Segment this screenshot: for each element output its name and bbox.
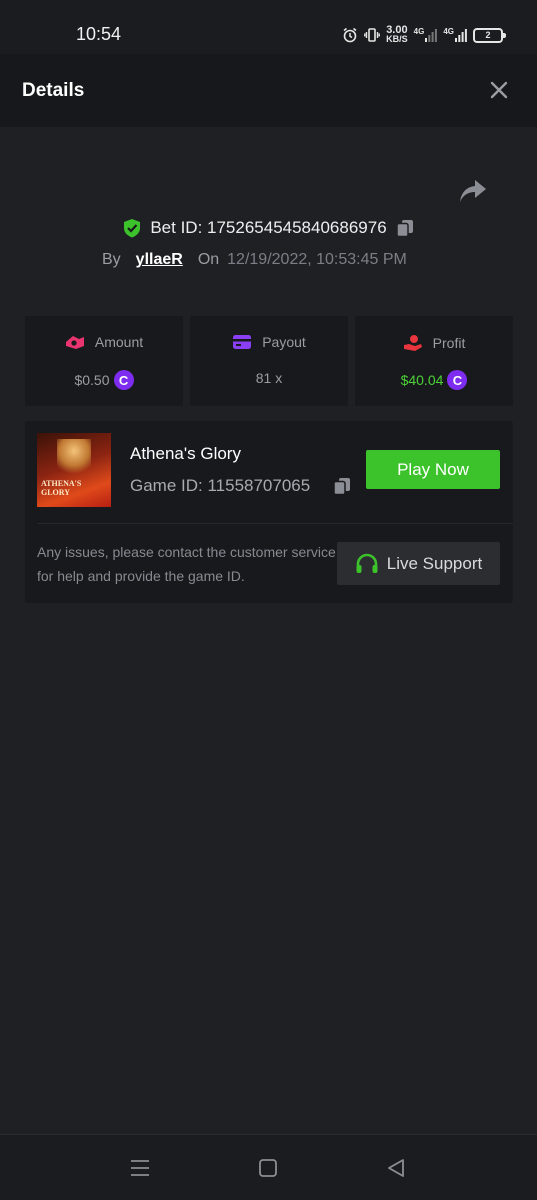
game-name: Athena's Glory xyxy=(130,444,241,463)
payout-card: Payout 81 x xyxy=(190,316,348,406)
status-icons: 3.00 KB/S 4G 4G 2 xyxy=(342,24,506,46)
hand-coin-icon xyxy=(403,335,422,351)
game-id: Game ID: 11558707065 xyxy=(130,476,311,495)
play-now-button[interactable]: Play Now xyxy=(366,450,500,489)
payout-value-row: 81 x xyxy=(190,370,348,386)
profit-value-row: $40.04 C xyxy=(355,370,513,390)
user-link[interactable]: yllaeR xyxy=(136,251,183,269)
share-icon[interactable] xyxy=(459,178,487,204)
amount-value-row: $0.50 C xyxy=(25,370,183,390)
close-icon[interactable] xyxy=(489,80,509,100)
status-time: 10:54 xyxy=(76,24,122,44)
net-speed-unit: KB/S xyxy=(386,34,408,44)
support-message: Any issues, please contact the customer … xyxy=(37,544,336,584)
vibrate-icon xyxy=(364,28,381,42)
live-support-label: Live Support xyxy=(386,553,483,573)
bet-id: Bet ID: 1752654545840686976 xyxy=(150,218,387,237)
game-thumbnail[interactable]: ATHENA'S GLORY xyxy=(37,433,111,507)
amount-icon xyxy=(65,336,84,349)
signal-1: 4G xyxy=(414,28,438,42)
profit-value: $40.04 xyxy=(400,372,444,388)
network-type-1: 4G xyxy=(413,27,425,36)
card-icon xyxy=(233,335,252,349)
amount-value: $0.50 xyxy=(74,372,110,388)
copy-icon[interactable] xyxy=(332,476,352,496)
thumbnail-figure xyxy=(57,439,91,479)
on-label: On xyxy=(197,251,220,268)
live-support-button[interactable]: Live Support xyxy=(337,542,500,585)
battery-icon: 2 xyxy=(473,27,506,43)
amount-header: Amount xyxy=(25,334,183,350)
signal-bars-icon xyxy=(425,29,438,42)
back-icon[interactable] xyxy=(385,1157,407,1179)
payout-header: Payout xyxy=(190,334,348,350)
payout-value: 81 x xyxy=(255,370,283,386)
profit-card: Profit $40.04 C xyxy=(355,316,513,406)
thumbnail-logo-text: ATHENA'S GLORY xyxy=(41,479,82,497)
network-type-2: 4G xyxy=(443,27,454,36)
headphones-icon xyxy=(356,553,378,573)
coin-icon: C xyxy=(113,370,134,390)
copy-icon[interactable] xyxy=(395,218,415,238)
signal-bars-icon xyxy=(455,29,467,42)
shield-check-icon xyxy=(124,219,141,238)
game-card: ATHENA'S GLORY Athena's Glory Game ID: 1… xyxy=(25,421,513,603)
profit-header: Profit xyxy=(355,334,513,352)
signal-2: 4G xyxy=(443,28,467,42)
profit-label: Profit xyxy=(432,335,466,351)
home-icon[interactable] xyxy=(257,1157,279,1179)
coin-icon: C xyxy=(447,370,468,390)
net-speed: 3.00 KB/S xyxy=(386,25,408,44)
bet-id-row: Bet ID: 1752654545840686976 xyxy=(0,216,537,240)
page-title: Details xyxy=(22,80,85,101)
amount-label: Amount xyxy=(94,334,144,350)
by-label: By xyxy=(102,251,121,268)
battery-level: 2 xyxy=(485,30,491,40)
divider xyxy=(37,523,513,524)
payout-label: Payout xyxy=(262,334,306,350)
amount-card: Amount $0.50 C xyxy=(25,316,183,406)
status-bar: 10:54 3.00 KB/S 4G 4G 2 xyxy=(0,0,537,54)
details-header: Details xyxy=(0,54,537,127)
bet-datetime: 12/19/2022, 10:53:45 PM xyxy=(227,251,407,268)
alarm-icon xyxy=(343,27,357,43)
system-nav-bar xyxy=(0,1134,537,1200)
menu-icon[interactable] xyxy=(129,1157,151,1179)
bet-meta-row: By yllaeR On 12/19/2022, 10:53:45 PM xyxy=(102,249,407,271)
